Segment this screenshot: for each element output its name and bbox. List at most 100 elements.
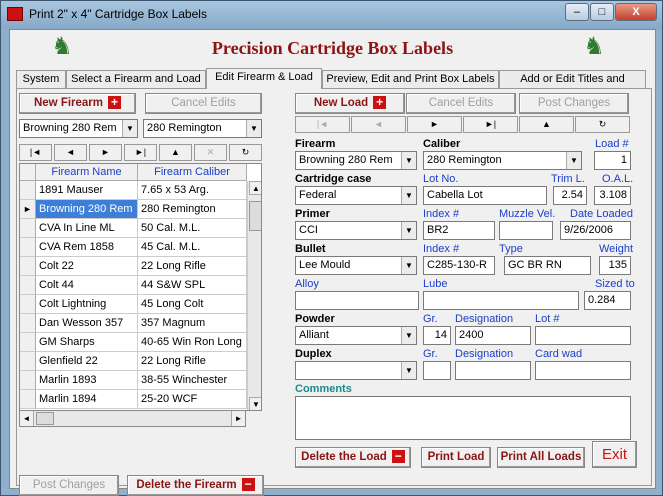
- powder-designation-field[interactable]: 2400: [455, 326, 531, 345]
- comments-field[interactable]: [295, 396, 631, 440]
- lot-no-field[interactable]: Cabella Lot: [423, 186, 547, 205]
- cell-firearm-name[interactable]: Marlin 1894: [36, 390, 138, 409]
- firearm-select[interactable]: Browning 280 Rem ▼: [19, 119, 138, 138]
- row-selector[interactable]: [20, 276, 36, 295]
- refresh-button[interactable]: ↻: [229, 144, 262, 161]
- load-refresh-button[interactable]: ↻: [575, 116, 630, 133]
- row-selector[interactable]: [20, 390, 36, 409]
- cell-firearm-caliber[interactable]: 25-20 WCF: [138, 390, 247, 409]
- cell-firearm-name[interactable]: Colt 22: [36, 257, 138, 276]
- row-selector[interactable]: [20, 333, 36, 352]
- tab-select-firearm[interactable]: Select a Firearm and Load: [66, 70, 206, 88]
- load-first-button[interactable]: |◄: [295, 116, 350, 133]
- row-selector[interactable]: [20, 257, 36, 276]
- column-header-firearm-caliber[interactable]: Firearm Caliber: [138, 164, 247, 181]
- post-load-changes-button[interactable]: Post Changes: [519, 93, 629, 114]
- scroll-left-icon[interactable]: ◄: [20, 411, 34, 426]
- load-caliber-select[interactable]: 280 Remington ▼: [423, 151, 582, 170]
- cell-firearm-name[interactable]: Colt 44: [36, 276, 138, 295]
- sized-to-field[interactable]: 0.284: [584, 291, 631, 310]
- chevron-down-icon[interactable]: ▼: [401, 187, 416, 204]
- prev-record-button[interactable]: ◄: [54, 144, 87, 161]
- cell-firearm-caliber[interactable]: 7.65 x 53 Arg.: [138, 181, 247, 200]
- powder-lot-field[interactable]: [535, 326, 631, 345]
- oal-field[interactable]: 3.108: [594, 186, 631, 205]
- maximize-button[interactable]: □: [590, 3, 614, 21]
- cell-firearm-name[interactable]: Marlin 1893: [36, 371, 138, 390]
- row-pointer-icon[interactable]: ►: [20, 200, 36, 219]
- primer-index-field[interactable]: BR2: [423, 221, 495, 240]
- chevron-down-icon[interactable]: ▼: [401, 152, 416, 169]
- row-selector[interactable]: [20, 314, 36, 333]
- cell-firearm-caliber[interactable]: 45 Cal. M.L.: [138, 238, 247, 257]
- last-record-button[interactable]: ►|: [124, 144, 157, 161]
- chevron-down-icon[interactable]: ▼: [246, 120, 261, 137]
- new-firearm-button[interactable]: New Firearm +: [19, 93, 136, 114]
- row-selector[interactable]: [20, 219, 36, 238]
- exit-button[interactable]: Exit: [592, 441, 637, 468]
- cancel-load-edits-button[interactable]: Cancel Edits: [406, 93, 516, 114]
- new-record-button[interactable]: ▲: [159, 144, 192, 161]
- scroll-thumb[interactable]: [249, 201, 261, 231]
- chevron-down-icon[interactable]: ▼: [401, 257, 416, 274]
- powder-select[interactable]: Alliant ▼: [295, 326, 417, 345]
- table-row[interactable]: Marlin 1893 38-55 Winchester: [20, 371, 261, 390]
- primer-select[interactable]: CCI ▼: [295, 221, 417, 240]
- table-row[interactable]: GM Sharps 40-65 Win Ron Long: [20, 333, 261, 352]
- chevron-down-icon[interactable]: ▼: [401, 222, 416, 239]
- chevron-down-icon[interactable]: ▼: [401, 327, 416, 344]
- table-row[interactable]: Marlin 1894 25-20 WCF: [20, 390, 261, 409]
- case-select[interactable]: Federal ▼: [295, 186, 417, 205]
- bullet-index-field[interactable]: C285-130-R: [423, 256, 495, 275]
- load-number-field[interactable]: 1: [594, 151, 631, 170]
- column-header-firearm-name[interactable]: Firearm Name: [36, 164, 138, 181]
- cell-firearm-caliber[interactable]: 38-55 Winchester: [138, 371, 247, 390]
- cell-firearm-name[interactable]: CVA In Line ML: [36, 219, 138, 238]
- cell-firearm-caliber[interactable]: 357 Magnum: [138, 314, 247, 333]
- close-button[interactable]: X: [615, 3, 657, 21]
- cell-firearm-caliber[interactable]: 50 Cal. M.L.: [138, 219, 247, 238]
- tab-titles-names[interactable]: Add or Edit Titles and Names: [499, 70, 646, 101]
- vertical-scrollbar[interactable]: ▲ ▼: [247, 181, 261, 410]
- print-load-button[interactable]: Print Load: [421, 447, 491, 468]
- hscroll-thumb[interactable]: [36, 412, 54, 425]
- bullet-type-field[interactable]: GC BR RN: [504, 256, 591, 275]
- powder-grains-field[interactable]: 14: [423, 326, 451, 345]
- load-prev-button[interactable]: ◄: [351, 116, 406, 133]
- cell-firearm-caliber[interactable]: 280 Remington: [138, 200, 247, 219]
- row-selector[interactable]: [20, 238, 36, 257]
- row-selector[interactable]: [20, 352, 36, 371]
- row-selector[interactable]: [20, 371, 36, 390]
- cell-firearm-name[interactable]: Browning 280 Rem: [36, 200, 138, 219]
- date-loaded-field[interactable]: 9/26/2006: [560, 221, 631, 240]
- table-row[interactable]: CVA Rem 1858 45 Cal. M.L.: [20, 238, 261, 257]
- load-next-button[interactable]: ►: [407, 116, 462, 133]
- tab-system[interactable]: System: [16, 70, 66, 88]
- scroll-right-icon[interactable]: ►: [231, 411, 245, 426]
- row-selector[interactable]: [20, 181, 36, 200]
- chevron-down-icon[interactable]: ▼: [122, 120, 137, 137]
- cell-firearm-name[interactable]: 1891 Mauser: [36, 181, 138, 200]
- first-record-button[interactable]: |◄: [19, 144, 52, 161]
- minimize-button[interactable]: –: [565, 3, 589, 21]
- load-firearm-select[interactable]: Browning 280 Rem ▼: [295, 151, 417, 170]
- cell-firearm-name[interactable]: GM Sharps: [36, 333, 138, 352]
- duplex-designation-field[interactable]: [455, 361, 531, 380]
- card-wad-field[interactable]: [535, 361, 631, 380]
- muzzle-velocity-field[interactable]: [499, 221, 553, 240]
- row-selector[interactable]: [20, 295, 36, 314]
- lube-field[interactable]: [423, 291, 579, 310]
- load-last-button[interactable]: ►|: [463, 116, 518, 133]
- table-row[interactable]: ► Browning 280 Rem 280 Remington: [20, 200, 261, 219]
- cancel-firearm-edits-button[interactable]: Cancel Edits: [145, 93, 262, 114]
- cell-firearm-caliber[interactable]: 45 Long Colt: [138, 295, 247, 314]
- next-record-button[interactable]: ►: [89, 144, 122, 161]
- tab-preview-print[interactable]: Preview, Edit and Print Box Labels: [322, 70, 499, 88]
- print-all-loads-button[interactable]: Print All Loads: [497, 447, 585, 468]
- table-row[interactable]: Colt 44 44 S&W SPL: [20, 276, 261, 295]
- new-load-button[interactable]: New Load +: [295, 93, 405, 114]
- scroll-up-icon[interactable]: ▲: [249, 181, 261, 195]
- table-row[interactable]: Colt Lightning 45 Long Colt: [20, 295, 261, 314]
- delete-load-button[interactable]: Delete the Load −: [295, 447, 411, 468]
- post-firearm-changes-button[interactable]: Post Changes: [19, 475, 119, 496]
